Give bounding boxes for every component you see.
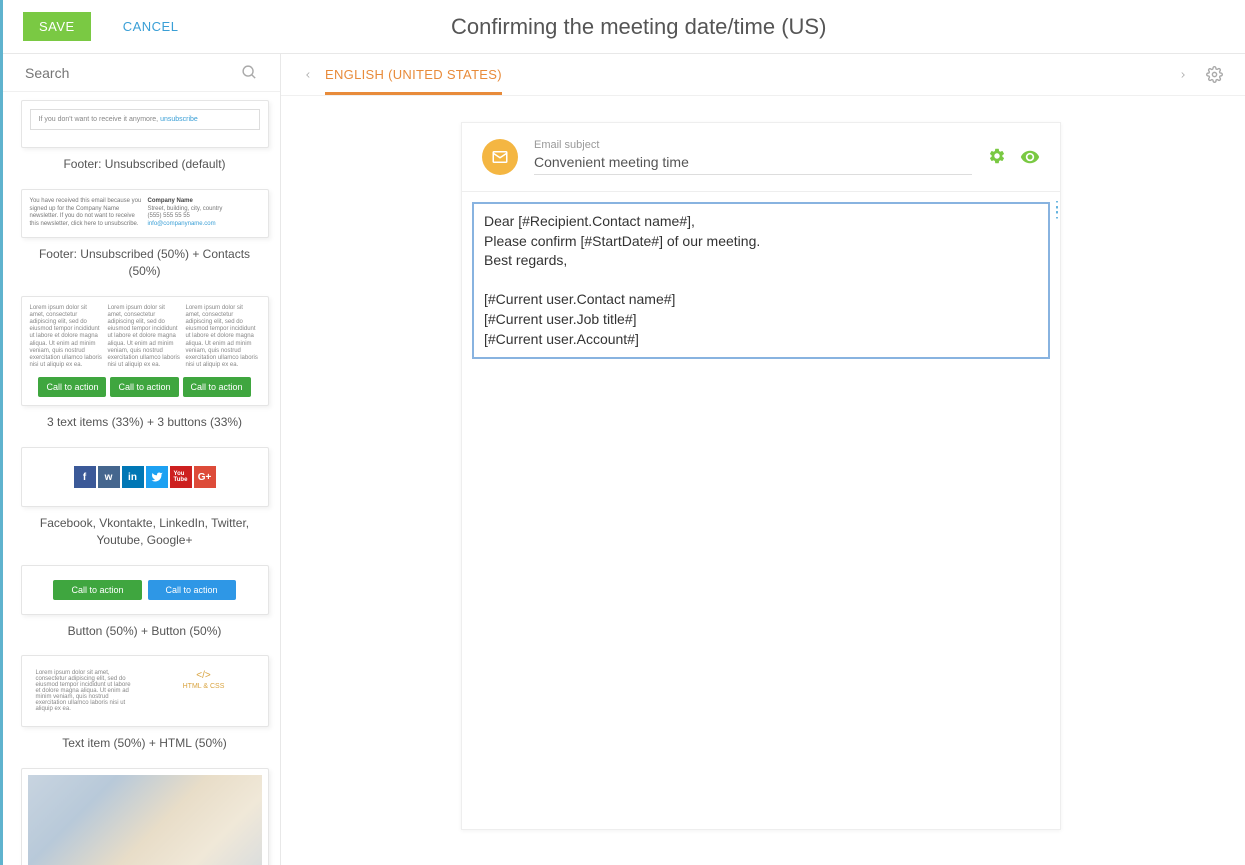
subject-input[interactable]: Convenient meeting time	[534, 154, 972, 175]
email-drop-area[interactable]	[462, 369, 1060, 829]
subject-label: Email subject	[534, 139, 972, 151]
search-input[interactable]	[25, 65, 241, 81]
image-placeholder	[28, 775, 262, 865]
linkedin-icon: in	[122, 466, 144, 488]
block-label: Button (50%) + Button (50%)	[21, 615, 269, 644]
email-card: Email subject Convenient meeting time	[461, 122, 1061, 830]
block-text-html[interactable]: Lorem ipsum dolor sit amet, consectetur …	[21, 655, 269, 756]
block-footer-unsubscribed[interactable]: If you don't want to receive it anymore,…	[21, 100, 269, 177]
block-three-text-buttons[interactable]: Lorem ipsum dolor sit amet, consectetur …	[21, 296, 269, 435]
save-button[interactable]: SAVE	[23, 12, 91, 41]
settings-icon[interactable]	[988, 147, 1006, 167]
block-label: Footer: Unsubscribed (50%) + Contacts (5…	[21, 238, 269, 284]
youtube-icon: YouTube	[170, 466, 192, 488]
back-icon[interactable]	[303, 67, 313, 83]
mail-icon	[482, 139, 518, 175]
header-bar: SAVE CANCEL Confirming the meeting date/…	[3, 0, 1245, 54]
googleplus-icon: G+	[194, 466, 216, 488]
gear-icon[interactable]	[1206, 66, 1223, 83]
content-area: ENGLISH (UNITED STATES)	[281, 54, 1245, 865]
block-label: Footer: Unsubscribed (default)	[21, 148, 269, 177]
block-image[interactable]: Image	[21, 768, 269, 865]
cancel-button[interactable]: CANCEL	[109, 12, 193, 41]
vk-icon: w	[98, 466, 120, 488]
block-social[interactable]: f w in YouTube G+ Facebook, Vkontakte, L…	[21, 447, 269, 553]
block-footer-unsubscribed-contacts[interactable]: You have received this email because you…	[21, 189, 269, 284]
email-body-editor[interactable]: Dear [#Recipient.Contact name#], Please …	[472, 202, 1050, 359]
block-label: Text item (50%) + HTML (50%)	[21, 727, 269, 756]
language-bar: ENGLISH (UNITED STATES)	[281, 54, 1245, 96]
blocks-list[interactable]: If you don't want to receive it anymore,…	[3, 92, 280, 865]
drag-handle[interactable]: ⋮⋮	[1050, 204, 1062, 215]
sidebar: If you don't want to receive it anymore,…	[3, 54, 281, 865]
preview-icon[interactable]	[1020, 147, 1040, 167]
facebook-icon: f	[74, 466, 96, 488]
twitter-icon	[146, 466, 168, 488]
block-label: Facebook, Vkontakte, LinkedIn, Twitter, …	[21, 507, 269, 553]
block-label: 3 text items (33%) + 3 buttons (33%)	[21, 406, 269, 435]
language-tab[interactable]: ENGLISH (UNITED STATES)	[325, 67, 502, 95]
block-two-buttons[interactable]: Call to action Call to action Button (50…	[21, 565, 269, 644]
page-title: Confirming the meeting date/time (US)	[192, 14, 1085, 40]
next-icon[interactable]	[1178, 67, 1188, 83]
search-icon[interactable]	[241, 64, 258, 81]
